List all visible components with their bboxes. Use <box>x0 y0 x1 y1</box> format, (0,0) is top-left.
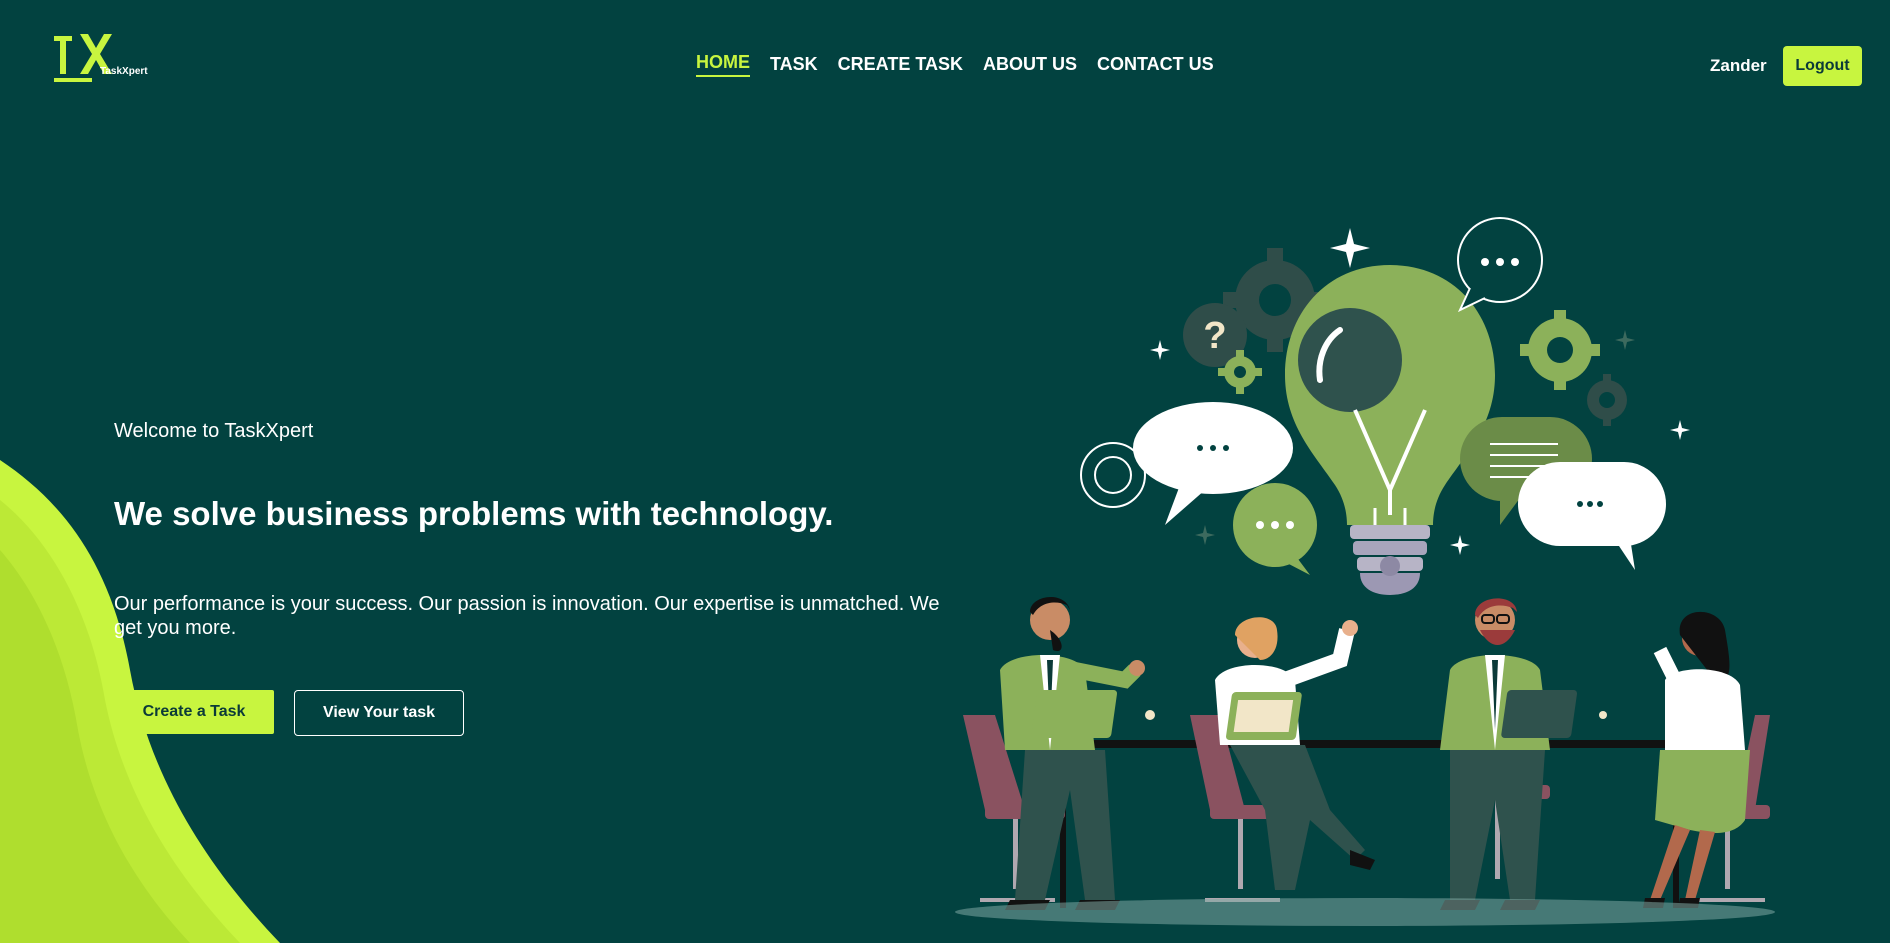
hero-headline: We solve business problems with technolo… <box>114 495 834 532</box>
speech-bubble-icon <box>1518 462 1666 570</box>
sparkle-icon <box>1150 340 1170 360</box>
logo-text: TaskXpert <box>100 66 148 77</box>
person-icon <box>1000 597 1155 910</box>
nav-home[interactable]: HOME <box>696 52 750 77</box>
user-name: Zander <box>1710 56 1767 75</box>
nav-contact-us[interactable]: CONTACT US <box>1097 54 1214 75</box>
sparkle-icon <box>1670 420 1690 440</box>
meeting-table <box>1035 740 1700 748</box>
logo-mark-icon <box>54 34 112 82</box>
create-task-button[interactable]: Create a Task <box>114 690 274 734</box>
logout-button[interactable]: Logout <box>1783 46 1862 86</box>
speech-bubble-icon <box>1457 217 1543 313</box>
speech-bubble-icon <box>1233 483 1317 575</box>
page: TaskXpert HOME TASK CREATE TASK ABOUT US… <box>0 0 1890 943</box>
view-task-button[interactable]: View Your task <box>294 690 464 736</box>
floor-shadow <box>955 898 1775 926</box>
team-meeting-illustration: ? <box>955 217 1775 926</box>
hero-tagline: Our performance is your success. Our pas… <box>114 593 940 639</box>
nav-create-task[interactable]: CREATE TASK <box>838 54 963 75</box>
sparkle-icon <box>1615 330 1635 350</box>
sparkle-icon <box>1330 228 1370 268</box>
nav-task[interactable]: TASK <box>770 54 818 75</box>
nav-about-us[interactable]: ABOUT US <box>983 54 1077 75</box>
welcome-text: Welcome to TaskXpert <box>114 420 314 442</box>
main-nav: HOME TASK CREATE TASK ABOUT US CONTACT U… <box>696 52 1214 77</box>
taskxpert-logo[interactable]: TaskXpert <box>52 30 152 88</box>
svg-text:?: ? <box>1203 315 1226 357</box>
sparkle-icon <box>1195 525 1215 545</box>
sparkle-icon <box>1450 535 1470 555</box>
